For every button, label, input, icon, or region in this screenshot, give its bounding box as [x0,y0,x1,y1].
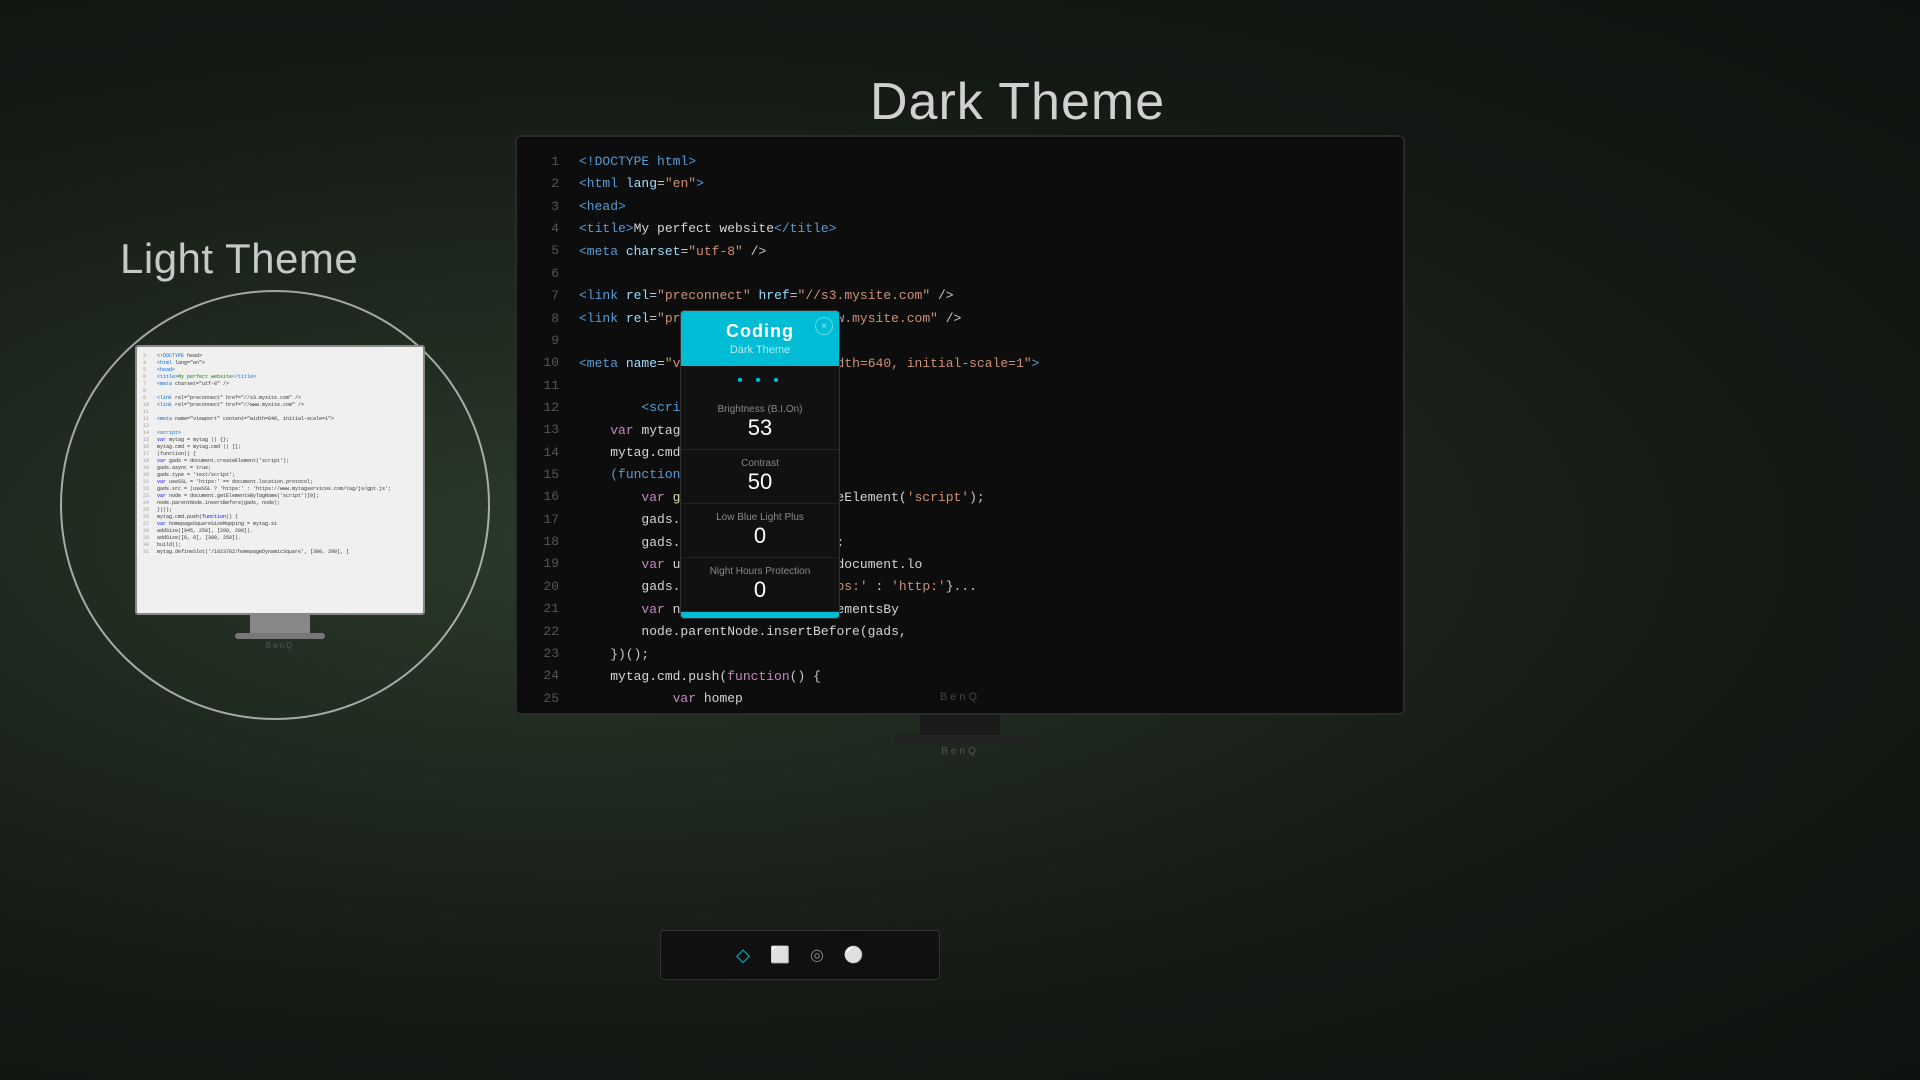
monitor-base [235,633,325,639]
taskbar-icon-3[interactable]: ◎ [810,945,824,965]
night-hours-value: 0 [693,577,827,603]
taskbar-icon-coding[interactable]: ◇ [736,945,750,966]
taskbar-icon-4[interactable]: ⚪ [844,945,864,965]
dark-monitor-bezel: 12345 678910 1112131415 1617181920 21222… [515,135,1405,715]
taskbar-icon-2[interactable]: ⬜ [770,945,790,965]
low-blue-value: 0 [693,523,827,549]
dark-monitor-base [895,735,1025,743]
light-monitor-screen: 3 <!DOCTYPE head> 4 <html lang="en"> 5 <… [135,345,425,615]
code-editor: 12345 678910 1112131415 1617181920 21222… [517,137,1403,713]
line-numbers: 12345 678910 1112131415 1617181920 21222… [517,137,567,713]
light-theme-title: Light Theme [120,235,358,283]
osd-brightness-row: Brightness (B.I.On) 53 [681,396,839,450]
osd-bottom-bar [681,612,839,618]
dark-monitor-container: 12345 678910 1112131415 1617181920 21222… [515,135,1405,755]
osd-dots: • • • [681,366,839,396]
brightness-label: Brightness (B.I.On) [693,404,827,415]
light-monitor-container: 3 <!DOCTYPE head> 4 <html lang="en"> 5 <… [60,290,490,720]
contrast-value: 50 [693,469,827,495]
low-blue-label: Low Blue Light Plus [693,512,827,523]
dark-monitor-brand: BenQ [940,691,980,703]
brightness-value: 53 [693,415,827,441]
osd-header: × Coding Dark Theme [681,311,839,366]
osd-contrast-row: Contrast 50 [681,450,839,504]
monitor-stand [250,615,310,633]
osd-title: Coding [691,321,829,342]
close-icon: × [821,321,827,332]
osd-low-blue-row: Low Blue Light Plus 0 [681,504,839,558]
taskbar: ◇ ⬜ ◎ ⚪ [660,930,940,980]
dark-monitor-stand [920,715,1000,735]
dark-theme-title: Dark Theme [870,72,1165,132]
osd-popup: × Coding Dark Theme • • • Brightness (B.… [680,310,840,619]
osd-subtitle: Dark Theme [691,344,829,356]
contrast-label: Contrast [693,458,827,469]
light-code-content: 3 <!DOCTYPE head> 4 <html lang="en"> 5 <… [137,347,423,562]
osd-close-button[interactable]: × [815,317,833,335]
light-monitor: 3 <!DOCTYPE head> 4 <html lang="en"> 5 <… [135,345,425,665]
night-hours-label: Night Hours Protection [693,566,827,577]
dark-monitor-brand-label: BenQ [515,746,1405,757]
light-monitor-brand: BenQ [135,641,425,650]
osd-night-hours-row: Night Hours Protection 0 [681,558,839,612]
